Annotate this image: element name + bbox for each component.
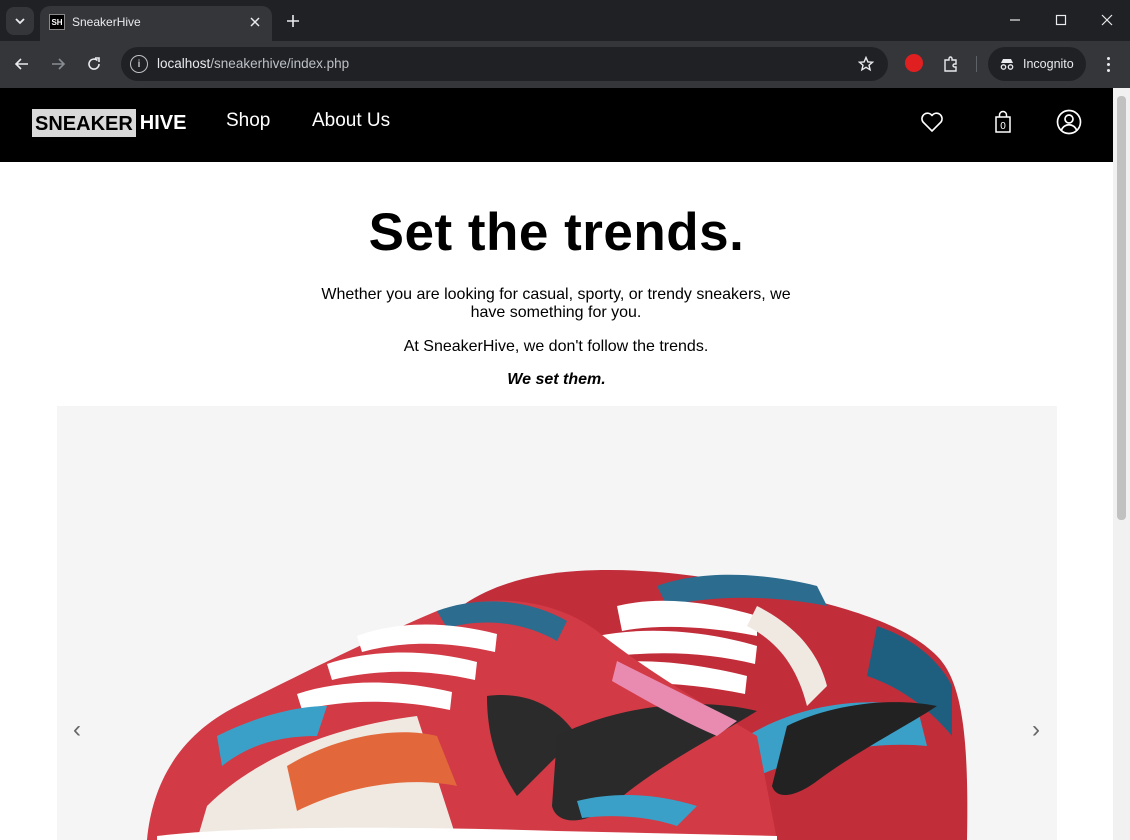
browser-tabbar: SH SneakerHive — [0, 0, 1130, 41]
incognito-label: Incognito — [1023, 57, 1074, 71]
hero-description: Whether you are looking for casual, spor… — [321, 286, 791, 321]
address-bar[interactable]: i localhost/sneakerhive/index.php — [121, 47, 888, 81]
favicon-icon: SH — [49, 14, 65, 30]
product-carousel: ‹ › — [57, 406, 1057, 840]
reload-icon — [88, 57, 100, 70]
url-text: localhost/sneakerhive/index.php — [157, 56, 350, 71]
scrollbar-thumb[interactable] — [1117, 96, 1126, 520]
nav-link-about-us[interactable]: About Us — [312, 110, 390, 132]
extensions-button[interactable] — [940, 53, 962, 75]
logo-text-hive: HIVE — [139, 112, 187, 134]
minimize-icon — [1010, 19, 1020, 21]
wishlist-button[interactable] — [918, 108, 946, 136]
back-button[interactable] — [10, 52, 34, 76]
arrow-right-icon — [52, 58, 66, 70]
reload-button[interactable] — [82, 52, 106, 76]
carousel-prev-button[interactable]: ‹ — [65, 716, 89, 744]
close-icon — [250, 17, 260, 27]
cart-count: 0 — [1000, 121, 1006, 132]
maximize-icon — [1055, 14, 1067, 26]
nav-link-shop[interactable]: Shop — [226, 110, 270, 132]
user-icon — [1056, 109, 1082, 135]
bookmark-star-button[interactable] — [856, 54, 876, 74]
browser-menu-button[interactable] — [1098, 53, 1118, 75]
chevron-down-icon — [15, 18, 25, 25]
toolbar-separator — [976, 56, 977, 72]
close-icon — [1101, 14, 1113, 26]
account-button[interactable] — [1055, 108, 1083, 136]
hero-slogan: We set them. — [507, 371, 606, 388]
forward-button[interactable] — [46, 52, 70, 76]
incognito-indicator[interactable]: Incognito — [988, 47, 1086, 81]
tab-search-button[interactable] — [6, 7, 34, 35]
hero-tagline: At SneakerHive, we don't follow the tren… — [403, 338, 709, 355]
browser-toolbar: i localhost/sneakerhive/index.php Incogn… — [0, 41, 1130, 88]
incognito-icon — [1000, 59, 1014, 70]
tab-title: SneakerHive — [72, 15, 141, 29]
heart-icon — [921, 112, 943, 132]
extension-icon[interactable] — [905, 54, 923, 72]
sneaker-image — [147, 570, 968, 840]
web-page: SNEAKER HIVE Shop About Us 0 Set the tre… — [0, 88, 1113, 840]
page-scrollbar[interactable] — [1113, 88, 1130, 840]
maximize-button[interactable] — [1049, 8, 1073, 32]
arrow-left-icon — [14, 58, 28, 70]
close-window-button[interactable] — [1095, 8, 1119, 32]
tab-close-button[interactable] — [246, 13, 264, 31]
browser-tab-active[interactable]: SH SneakerHive — [40, 6, 272, 41]
info-icon[interactable]: i — [130, 55, 148, 73]
shopping-bag-icon: 0 — [995, 110, 1011, 133]
plus-icon — [287, 15, 299, 27]
site-navbar: SNEAKER HIVE Shop About Us 0 — [0, 88, 1113, 162]
cart-button[interactable]: 0 — [989, 108, 1017, 136]
logo-text-sneaker: SNEAKER — [32, 109, 136, 137]
hero-title: Set the trends. — [368, 203, 745, 262]
minimize-button[interactable] — [1003, 8, 1027, 32]
site-logo[interactable]: SNEAKER HIVE — [32, 109, 186, 137]
star-icon — [858, 56, 874, 72]
puzzle-icon — [944, 56, 957, 72]
carousel-next-button[interactable]: › — [1024, 716, 1048, 744]
new-tab-button[interactable] — [282, 10, 304, 32]
